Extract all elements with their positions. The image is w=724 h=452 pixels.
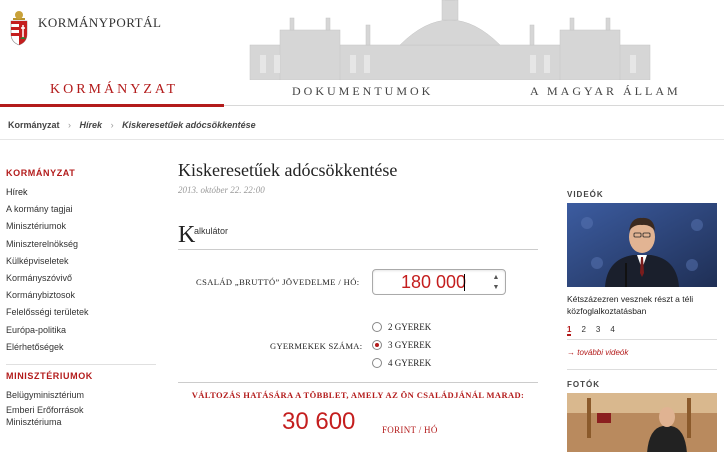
result-divider: [178, 382, 538, 383]
breadcrumb-current: Kiskeresetűek adócsökkentése: [122, 120, 256, 130]
radio-selected-icon[interactable]: [372, 340, 382, 350]
site-logo[interactable]: Kormányportál: [8, 8, 161, 48]
calculator-heading-initial: K: [178, 222, 196, 248]
result-value: 30 600: [282, 408, 356, 435]
result-label: Változás hatására a többlet, amely az Ön…: [191, 390, 525, 400]
pager-page-3[interactable]: 3: [596, 325, 600, 336]
video-caption[interactable]: Kétszázezren vesznek részt a téli közfog…: [567, 293, 717, 317]
breadcrumb-item-hirek[interactable]: Hírek: [80, 120, 103, 130]
sidebar-item-kormanyszovivo[interactable]: Kormányszóvivő: [6, 270, 156, 287]
photos-heading: FOTÓK: [567, 380, 600, 389]
calculator-heading-rest: alkulátor: [194, 226, 229, 236]
nav-kormanyzat[interactable]: KORMÁNYZAT: [50, 82, 178, 98]
pager-page-1[interactable]: 1: [567, 325, 572, 336]
income-input[interactable]: 180 000 ▲ ▼: [372, 269, 506, 295]
result-unit: Forint / Hó: [382, 425, 438, 435]
pager-page-4[interactable]: 4: [610, 325, 614, 336]
children-option-label: 2 gyerek: [388, 322, 432, 332]
nav-dokumentumok[interactable]: DOKUMENTUMOK: [292, 84, 433, 99]
sidebar-item-europa-politika[interactable]: Európa-politika: [6, 322, 156, 339]
divider: [0, 139, 724, 140]
main-navigation: KORMÁNYZAT DOKUMENTUMOK A MAGYAR ÁLLAM: [0, 80, 724, 106]
text-caret: [464, 274, 465, 291]
pager-page-2[interactable]: 2: [581, 325, 585, 336]
sidebar-heading-miniszteriumok: MINISZTÉRIUMOK: [6, 370, 93, 381]
children-label: Gyermekek száma:: [270, 341, 363, 351]
breadcrumb: Kormányzat › Hírek › Kiskeresetűek adócs…: [8, 120, 256, 130]
sidebar-item-miniszteriumok[interactable]: Minisztériumok: [6, 218, 156, 235]
children-option-4[interactable]: 4 gyerek: [372, 358, 431, 368]
sidebar-item-elerhetosegek[interactable]: Elérhetőségek: [6, 339, 156, 356]
income-label: Család „Bruttó” jövedelme / hó:: [196, 277, 360, 287]
photo-image: [567, 393, 717, 452]
radio-icon[interactable]: [372, 358, 382, 368]
coat-of-arms-icon: [10, 11, 28, 46]
article-date: 2013. október 22. 22:00: [178, 185, 265, 195]
sidebar-item-emberi-eroforrasok[interactable]: Emberi Erőforrások: [6, 404, 156, 416]
income-value[interactable]: 180 000: [401, 272, 466, 293]
breadcrumb-separator-icon: ›: [68, 120, 72, 130]
active-nav-indicator: [0, 104, 224, 107]
sidebar-item-kormanybiztosok[interactable]: Kormánybiztosok: [6, 287, 156, 304]
sidebar-divider: [6, 363, 156, 365]
children-option-2[interactable]: 2 gyerek: [372, 322, 431, 332]
more-videos-link[interactable]: → további videók: [567, 348, 717, 357]
calculator-heading: K alkulátor: [178, 222, 538, 250]
children-option-3[interactable]: 3 gyerek: [372, 340, 431, 350]
nav-magyar-allam[interactable]: A MAGYAR ÁLLAM: [530, 84, 681, 99]
video-thumbnail[interactable]: [567, 203, 717, 287]
site-title: Kormányportál: [38, 15, 162, 30]
article-content: Kiskeresetűek adócsökkentése 2013. októb…: [178, 160, 538, 435]
sidebar-item-emberi-eroforrasok-line2[interactable]: Minisztériuma: [6, 416, 156, 428]
breadcrumb-item-kormanyzat[interactable]: Kormányzat: [8, 120, 60, 130]
photo-thumbnail[interactable]: [567, 393, 717, 452]
children-option-label: 3 gyerek: [388, 340, 432, 350]
sidebar-item-miniszterelnokseg[interactable]: Miniszterelnökség: [6, 236, 156, 253]
spinner-up-icon[interactable]: ▲: [491, 272, 501, 282]
article-title: Kiskeresetűek adócsökkentése: [178, 160, 398, 180]
radio-icon[interactable]: [372, 322, 382, 332]
right-column: VIDEÓK Kétszázezren vesznek részt a téli…: [567, 190, 717, 452]
left-sidebar: KORMÁNYZAT Hírek A kormány tagjai Minisz…: [6, 168, 156, 428]
sidebar-item-kulkepviseletek[interactable]: Külképviseletek: [6, 253, 156, 270]
videos-heading: VIDEÓK: [567, 190, 604, 199]
site-header: Kormányportál: [0, 0, 724, 80]
parliament-banner-image: [190, 0, 710, 80]
spinner-down-icon[interactable]: ▼: [491, 282, 501, 292]
breadcrumb-separator-icon: ›: [110, 120, 114, 130]
right-divider: [567, 369, 717, 370]
sidebar-item-belugyminiszterium[interactable]: Belügyminisztérium: [6, 387, 156, 404]
video-pager: 1 2 3 4: [567, 325, 717, 340]
children-option-label: 4 gyerek: [388, 358, 432, 368]
sidebar-item-kormany-tagjai[interactable]: A kormány tagjai: [6, 201, 156, 218]
sidebar-item-felelossegi-teruletek[interactable]: Felelősségi területek: [6, 304, 156, 321]
income-spinner[interactable]: ▲ ▼: [491, 272, 501, 292]
video-frame-image: [567, 203, 717, 287]
sidebar-item-hirek[interactable]: Hírek: [6, 184, 156, 201]
sidebar-heading-kormanyzat: KORMÁNYZAT: [6, 168, 76, 178]
